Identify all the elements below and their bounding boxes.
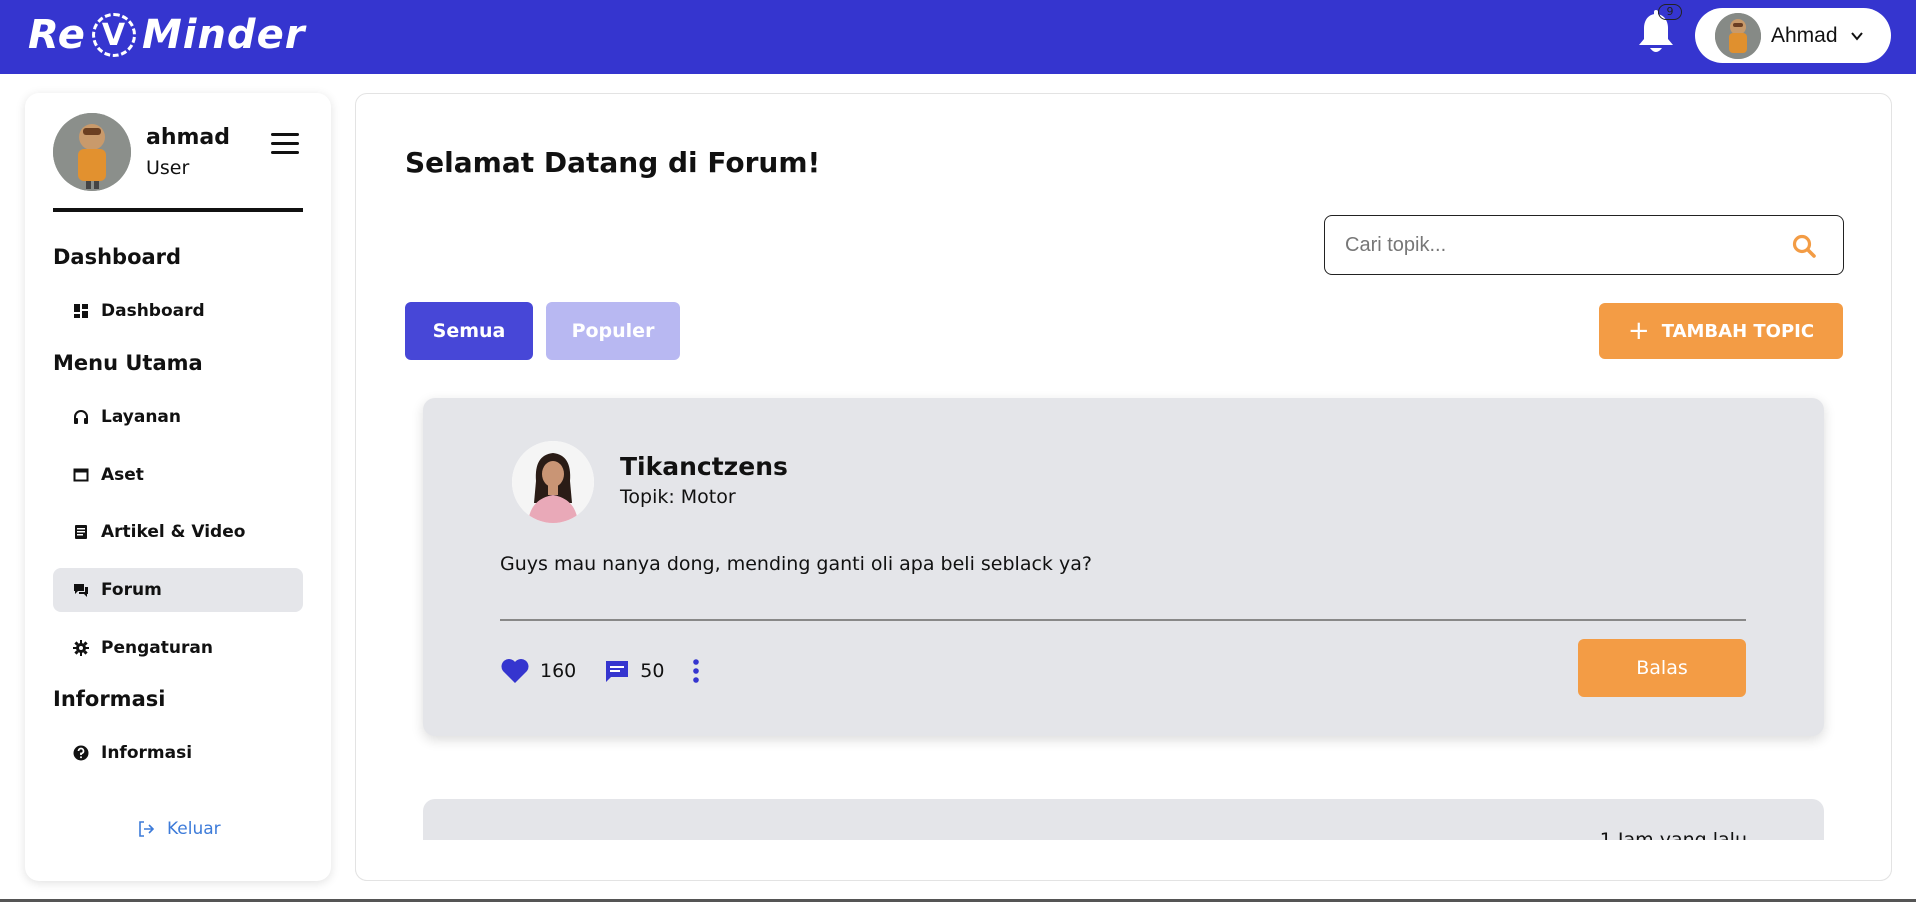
section-title-informasi: Informasi [53, 687, 166, 711]
window-icon [73, 468, 89, 482]
add-topic-button[interactable]: + TAMBAH TOPIC [1599, 303, 1843, 359]
logout-icon [139, 821, 155, 837]
sidebar-item-dashboard[interactable]: Dashboard [53, 289, 303, 333]
dashboard-icon [74, 304, 88, 318]
sidebar-item-informasi[interactable]: Informasi [53, 731, 303, 775]
comment-count: 50 [640, 660, 665, 682]
profile-name: ahmad [146, 125, 231, 150]
user-name: Ahmad [1771, 23, 1838, 47]
reply-button[interactable]: Balas [1578, 639, 1746, 697]
sidebar-item-forum[interactable]: Forum [53, 568, 303, 612]
sidebar-item-label: Dashboard [101, 301, 205, 321]
sidebar-item-artikel-video[interactable]: Artikel & Video [53, 510, 303, 554]
section-title-dashboard: Dashboard [53, 245, 182, 269]
tab-populer[interactable]: Populer [546, 302, 680, 360]
section-title-menu-utama: Menu Utama [53, 351, 203, 375]
avatar [1715, 12, 1761, 59]
post-author-avatar [512, 441, 594, 523]
user-menu-button[interactable]: Ahmad [1695, 8, 1891, 63]
post-topic: Topik: Motor [620, 486, 736, 508]
sidebar-item-label: Artikel & Video [101, 522, 246, 542]
add-topic-label: TAMBAH TOPIC [1661, 320, 1815, 342]
main-panel: Selamat Datang di Forum! Semua Populer +… [355, 93, 1892, 881]
post-actions: 160 50 [500, 653, 738, 689]
search-box [1324, 215, 1844, 275]
sidebar: ahmad User Dashboard Dashboard Menu Utam… [25, 93, 331, 881]
tab-semua[interactable]: Semua [405, 302, 533, 360]
heart-icon [501, 659, 529, 683]
sidebar-item-label: Pengaturan [101, 638, 213, 658]
comment-icon [606, 661, 629, 682]
like-count: 160 [540, 660, 577, 682]
logout-button[interactable]: Keluar [137, 819, 221, 839]
post-divider [500, 619, 1746, 621]
app-logo[interactable]: Re V Minder [28, 10, 305, 60]
hamburger-menu-icon[interactable] [271, 133, 299, 155]
sidebar-item-label: Informasi [101, 743, 193, 763]
logout-label: Keluar [167, 819, 221, 839]
more-vertical-icon [693, 659, 700, 683]
profile-divider [53, 208, 303, 212]
logo-text-right: Minder [141, 12, 306, 58]
sidebar-item-pengaturan[interactable]: Pengaturan [53, 626, 303, 670]
logo-text-left: Re [28, 12, 86, 58]
comment-button[interactable]: 50 [604, 658, 664, 684]
search-icon[interactable] [1791, 233, 1817, 259]
chat-icon [74, 584, 88, 597]
like-button[interactable]: 160 [500, 658, 576, 684]
post-body: Guys mau nanya dong, mending ganti oli a… [500, 553, 1092, 575]
logo-v-mark: V [91, 13, 136, 57]
sidebar-item-layanan[interactable]: Layanan [53, 395, 303, 439]
sidebar-item-label: Layanan [101, 407, 182, 427]
article-icon [75, 525, 87, 539]
more-options-button[interactable] [692, 658, 710, 684]
headphones-icon [74, 410, 88, 424]
plus-icon: + [1627, 316, 1650, 346]
page-title: Selamat Datang di Forum! [405, 146, 821, 179]
search-input[interactable] [1345, 233, 1765, 257]
profile-role: User [146, 157, 190, 179]
sidebar-item-aset[interactable]: Aset [53, 453, 303, 497]
post-author-name: Tikanctzens [620, 452, 788, 481]
chevron-down-icon [1850, 31, 1863, 41]
sidebar-item-label: Forum [101, 580, 162, 600]
sidebar-item-label: Aset [101, 465, 144, 485]
forum-post-card: Tikanctzens Topik: Motor Guys mau nanya … [423, 398, 1824, 736]
question-icon [73, 745, 89, 761]
top-navbar: Re V Minder 9 Ahmad [0, 0, 1916, 74]
notification-badge: 9 [1658, 4, 1682, 20]
gear-icon [73, 640, 89, 656]
profile-avatar [53, 113, 131, 191]
main-panel-bottom [355, 840, 1892, 881]
